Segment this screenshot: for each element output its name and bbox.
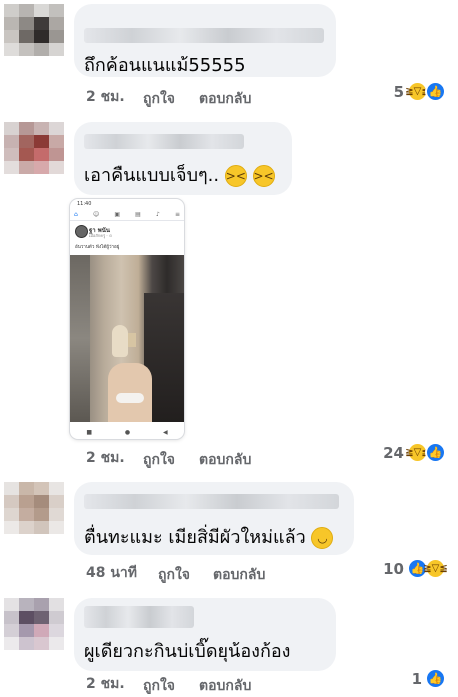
thumbs-up-icon: 👍 bbox=[425, 442, 446, 463]
comment-text-body: เอาคืนแบบเจ็บๆ.. bbox=[84, 165, 220, 186]
grinning-face-icon: ◡ bbox=[311, 527, 334, 549]
commenter-name-blurred[interactable] bbox=[84, 606, 194, 628]
commenter-avatar[interactable] bbox=[4, 482, 64, 534]
comment-bubble: ผูเดียวกะกินบ่เบิ๊ดยุน้องก้อง bbox=[74, 598, 336, 671]
commenter-avatar[interactable] bbox=[4, 598, 64, 650]
like-link[interactable]: ถูกใจ bbox=[143, 449, 175, 471]
home-button-icon: ● bbox=[124, 428, 131, 436]
reply-link[interactable]: ตอบกลับ bbox=[199, 675, 251, 697]
like-link[interactable]: ถูกใจ bbox=[143, 88, 175, 110]
post-photo bbox=[70, 255, 184, 422]
laughing-face-icon: ≧▽≦ bbox=[423, 558, 448, 579]
reply-link[interactable]: ตอบกลับ bbox=[213, 564, 265, 586]
comment-text: ถึกค้อนแนแม้55555 bbox=[84, 55, 246, 76]
comment-text: ผูเดียวกะกินบ่เบิ๊ดยุน้องก้อง bbox=[84, 641, 291, 662]
thumbs-up-icon: 👍 bbox=[425, 81, 446, 102]
reaction-count: 24 bbox=[383, 443, 404, 462]
like-link[interactable]: ถูกใจ bbox=[158, 564, 190, 586]
comment-text: ตื่นทะแมะ เมียสิ่มีผัวใหม่แล้ว ◡ bbox=[84, 522, 334, 551]
comment-time[interactable]: 2 ชม. bbox=[86, 673, 125, 695]
comment-time[interactable]: 2 ชม. bbox=[86, 447, 125, 469]
reply-link[interactable]: ตอบกลับ bbox=[199, 449, 251, 471]
like-link[interactable]: ถูกใจ bbox=[143, 675, 175, 697]
commenter-avatar[interactable] bbox=[4, 122, 64, 174]
reaction-summary[interactable]: 5 ≧▽≦ 👍 bbox=[394, 81, 446, 102]
home-icon: ⌂ bbox=[74, 210, 78, 218]
comment-bubble: เอาคืนแบบเจ็บๆ.. >< >< bbox=[74, 122, 292, 195]
comment-text-body: ตื่นทะแมะ เมียสิ่มีผัวใหม่แล้ว bbox=[84, 527, 306, 548]
poster-avatar bbox=[75, 225, 88, 238]
comment-time[interactable]: 48 นาที bbox=[86, 562, 137, 584]
phone-nav-bar: ■ ● ◀ bbox=[70, 425, 184, 439]
reaction-count: 1 bbox=[411, 669, 422, 688]
reaction-summary[interactable]: 24 ≧▽≦ 👍 bbox=[383, 442, 446, 463]
menu-icon: ≡ bbox=[174, 210, 180, 218]
status-time: 11:40 bbox=[77, 201, 92, 207]
reaction-count: 10 bbox=[383, 559, 404, 578]
bell-icon: ♪ bbox=[155, 210, 160, 218]
commenter-name-blurred[interactable] bbox=[84, 134, 244, 149]
marketplace-icon: ▤ bbox=[135, 210, 141, 218]
post-caption: อันวานตัว ฟังได้ผู้ว่าอยู่ bbox=[75, 245, 120, 250]
reaction-count: 5 bbox=[393, 82, 404, 101]
watch-icon: ▣ bbox=[114, 210, 121, 218]
reaction-summary[interactable]: 1 👍 bbox=[412, 668, 446, 689]
attached-screenshot-image[interactable]: 11:40 ⌂ ☺ ▣ ▤ ♪ ≡ ฐา พนัน เมื่อสักครู่ ·… bbox=[70, 199, 184, 439]
friends-icon: ☺ bbox=[92, 210, 100, 218]
comment-text: เอาคืนแบบเจ็บๆ.. >< >< bbox=[84, 160, 275, 189]
reply-link[interactable]: ตอบกลับ bbox=[199, 88, 251, 110]
post-meta: เมื่อสักครู่ · ⊙ bbox=[89, 233, 113, 238]
laughing-face-icon: >< bbox=[224, 165, 247, 187]
back-icon: ■ bbox=[86, 428, 93, 436]
reaction-summary[interactable]: 10 👍 ≧▽≦ bbox=[383, 558, 448, 579]
comment-time[interactable]: 2 ชม. bbox=[86, 86, 125, 108]
commenter-name-blurred[interactable] bbox=[84, 28, 324, 43]
nav-divider bbox=[70, 220, 184, 221]
fb-top-nav: ⌂ ☺ ▣ ▤ ♪ ≡ bbox=[74, 209, 180, 219]
comment-bubble: ตื่นทะแมะ เมียสิ่มีผัวใหม่แล้ว ◡ bbox=[74, 482, 354, 555]
thumbs-up-icon: 👍 bbox=[425, 668, 446, 689]
commenter-name-blurred[interactable] bbox=[84, 494, 339, 509]
comment-bubble: ถึกค้อนแนแม้55555 bbox=[74, 4, 336, 77]
laughing-face-icon: >< bbox=[252, 165, 275, 187]
commenter-avatar[interactable] bbox=[4, 4, 64, 56]
recents-icon: ◀ bbox=[162, 428, 168, 436]
